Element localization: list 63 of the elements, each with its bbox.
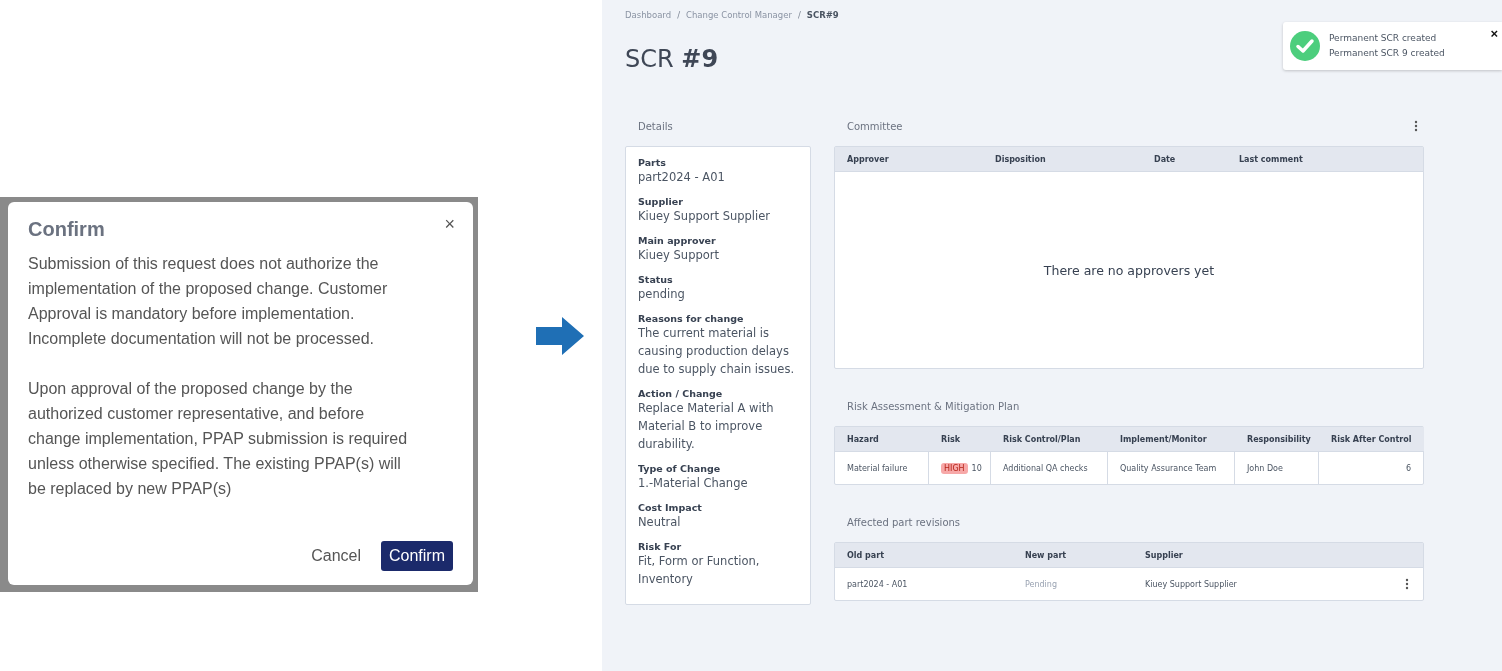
dialog-title: Confirm <box>28 218 105 240</box>
empty-message: There are no approvers yet <box>1043 262 1215 278</box>
table-cell-text: Pending <box>1024 578 1058 591</box>
field-label: Main approver <box>638 235 717 246</box>
field-label: Type of Change <box>638 463 722 474</box>
arrow-icon <box>536 316 584 355</box>
field-value: pending <box>638 286 686 303</box>
column-header: Responsibility <box>1235 427 1319 452</box>
cancel-button[interactable]: Cancel <box>307 543 365 569</box>
section-heading: Details <box>638 120 673 132</box>
field-label: Reasons for change <box>638 313 745 324</box>
column-header: Risk After Control <box>1319 427 1424 452</box>
field-value: 1.-Material Change <box>638 475 749 492</box>
risk-score: 10 <box>971 463 982 473</box>
field-value: part2024 - A01 <box>638 169 726 186</box>
table-cell: Material failure <box>835 452 929 484</box>
breadcrumb-separator: / <box>797 10 801 20</box>
field-label: Supplier <box>638 196 684 207</box>
field-label: Action / Change <box>638 388 724 399</box>
column-header: Hazard <box>835 427 929 452</box>
check-icon <box>1289 30 1321 62</box>
toast-title: Permanent SCR created <box>1329 32 1438 45</box>
column-header: Supplier <box>1133 543 1423 568</box>
column-header: Old part <box>835 543 1013 568</box>
field-label: Status <box>638 274 674 285</box>
risk-badge: HIGH <box>941 462 968 474</box>
toast-message: Permanent SCR 9 created <box>1329 47 1445 60</box>
table-cell: John Doe <box>1235 452 1319 484</box>
more-icon[interactable] <box>1414 120 1418 132</box>
column-header: New part <box>1013 543 1133 568</box>
close-button[interactable]: × <box>1490 26 1498 41</box>
field-label: Risk For <box>638 541 683 552</box>
column-header: Risk Control/Plan <box>991 427 1108 452</box>
table-cell: Additional QA checks <box>991 452 1108 484</box>
breadcrumb-link[interactable]: SCR#9 <box>806 10 839 20</box>
table-cell-text: 6 <box>1404 462 1412 475</box>
field-value: The current material is causing production delays due to supply chain issues. <box>638 325 796 378</box>
column-header: Implement/Monitor <box>1108 427 1235 452</box>
close-button[interactable]: × <box>444 214 455 235</box>
field-label: Parts <box>638 157 667 168</box>
field-value: Replace Material A with Material B to improve durability. <box>638 400 775 453</box>
section-heading: Committee <box>847 120 903 132</box>
section-heading: Risk Assessment & Mitigation Plan <box>847 400 1020 412</box>
more-icon[interactable] <box>1405 578 1409 590</box>
field-value: Kiuey Support Supplier <box>638 208 772 225</box>
dialog-message: Upon approval of the proposed change by the authorized customer representative, and before change implementation, PPAP submission is required unless otherwise specified. The existing PPAP(s) will be replaced by new PPAP(s) <box>28 379 409 499</box>
field-value: Kiuey Support <box>638 247 721 264</box>
page-title: SCR #9 <box>625 45 719 73</box>
table-cell: Quality Assurance Team <box>1108 452 1235 484</box>
confirm-button[interactable]: Confirm <box>381 541 453 571</box>
table-cell-text: Kiuey Support Supplier <box>1144 578 1238 591</box>
column-header: Disposition <box>983 147 1142 172</box>
column-header: Date <box>1142 147 1227 172</box>
column-header: Last comment <box>1227 147 1423 172</box>
dialog-message: Submission of this request does not authorize the implementation of the proposed change. Customer Approval is mandatory before implementation. Incomplete documentation will not be processed. <box>28 254 389 349</box>
field-value: Fit, Form or Function, Inventory <box>638 553 761 588</box>
column-header: Approver <box>835 147 983 172</box>
field-value: Neutral <box>638 514 682 531</box>
breadcrumb-separator: / <box>677 10 680 20</box>
column-header: Risk <box>929 427 991 452</box>
field-label: Cost Impact <box>638 502 703 513</box>
section-heading: Affected part revisions <box>847 516 961 528</box>
table-cell-text: part2024 - A01 <box>846 578 909 591</box>
